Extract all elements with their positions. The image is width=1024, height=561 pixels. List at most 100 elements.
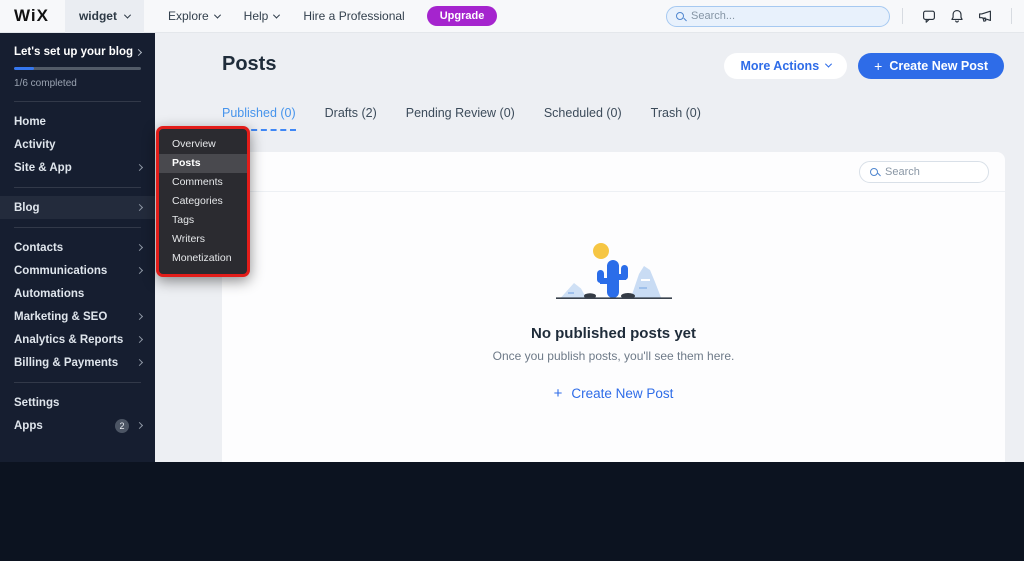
sidebar-item-communications[interactable]: Communications (0, 259, 155, 282)
apps-count-badge: 2 (115, 419, 129, 433)
announcements-megaphone-icon[interactable] (971, 8, 999, 24)
flyout-item-writers[interactable]: Writers (159, 230, 247, 249)
empty-state: No published posts yet Once you publish … (222, 240, 1005, 403)
sidebar-item-label: Home (14, 116, 46, 128)
chevron-down-icon (124, 11, 131, 18)
sidebar-item-label: Communications (14, 265, 107, 277)
sidebar-item-apps[interactable]: Apps 2 (0, 414, 155, 437)
flyout-item-tags[interactable]: Tags (159, 211, 247, 230)
setup-checklist[interactable]: Let's set up your blog 1/6 completed (0, 33, 155, 93)
chevron-right-icon (136, 313, 143, 320)
posts-search[interactable] (859, 161, 989, 183)
sidebar-item-label: Analytics & Reports (14, 334, 123, 346)
flyout-item-posts[interactable]: Posts (159, 154, 247, 173)
flyout-item-categories[interactable]: Categories (159, 192, 247, 211)
empty-create-new-post-link[interactable]: + Create New Post (554, 385, 674, 402)
chevron-right-icon (136, 267, 143, 274)
main-content: Posts More Actions + Create New Post Pub… (155, 33, 1024, 462)
sidebar-item-meta (137, 314, 142, 319)
explore-label: Explore (168, 9, 209, 23)
tab-scheduled-0[interactable]: Scheduled (0) (544, 106, 622, 131)
plus-icon: + (874, 58, 882, 74)
global-search-input[interactable] (691, 10, 880, 22)
setup-progress-fill (14, 67, 34, 70)
hire-a-professional-link[interactable]: Hire a Professional (303, 9, 404, 23)
sidebar-item-blog[interactable]: Blog (0, 196, 155, 219)
flyout-item-monetization[interactable]: Monetization (159, 249, 247, 268)
explore-menu[interactable]: Explore (168, 9, 220, 23)
sidebar-divider (14, 227, 141, 228)
sidebar-item-meta (137, 337, 142, 342)
sidebar-item-label: Activity (14, 139, 56, 151)
chevron-right-icon (136, 359, 143, 366)
divider (1011, 8, 1012, 24)
sidebar-item-label: Site & App (14, 162, 72, 174)
sidebar-item-marketing-seo[interactable]: Marketing & SEO (0, 305, 155, 328)
sidebar-item-contacts[interactable]: Contacts (0, 236, 155, 259)
desert-illustration (553, 240, 675, 309)
blog-flyout-menu: OverviewPostsCommentsCategoriesTagsWrite… (156, 126, 250, 277)
chevron-right-icon (136, 336, 143, 343)
sidebar-item-label: Billing & Payments (14, 357, 118, 369)
chevron-down-icon (825, 60, 832, 67)
chevron-right-icon (136, 422, 143, 429)
sidebar-item-analytics-reports[interactable]: Analytics & Reports (0, 328, 155, 351)
sidebar-item-label: Apps (14, 420, 43, 432)
create-new-post-label: Create New Post (889, 59, 988, 73)
tab-pending-review-0[interactable]: Pending Review (0) (406, 106, 515, 131)
sidebar-divider (14, 382, 141, 383)
site-selector-dropdown[interactable]: widget (65, 0, 144, 33)
flyout-item-overview[interactable]: Overview (159, 135, 247, 154)
posts-panel-toolbar (222, 152, 1005, 192)
help-label: Help (244, 9, 269, 23)
sidebar-item-site-app[interactable]: Site & App (0, 156, 155, 179)
notifications-bell-icon[interactable] (943, 8, 971, 24)
empty-cta-label: Create New Post (571, 386, 673, 401)
empty-state-subtitle: Once you publish posts, you'll see them … (222, 349, 1005, 363)
hire-label: Hire a Professional (303, 9, 404, 23)
empty-state-title: No published posts yet (222, 325, 1005, 342)
sidebar-item-meta (137, 205, 142, 210)
more-actions-button[interactable]: More Actions (724, 53, 847, 79)
tab-drafts-2[interactable]: Drafts (2) (325, 106, 377, 131)
sidebar-divider (14, 101, 141, 102)
create-new-post-button[interactable]: + Create New Post (858, 53, 1004, 79)
sidebar-item-meta (137, 165, 142, 170)
chevron-right-icon (136, 164, 143, 171)
divider (902, 8, 903, 24)
header-actions: More Actions + Create New Post (724, 53, 1004, 79)
sidebar-item-home[interactable]: Home (0, 110, 155, 133)
global-search[interactable] (666, 6, 890, 27)
posts-panel: No published posts yet Once you publish … (222, 152, 1005, 462)
sidebar-nav: Home Activity Site & App Blog Contacts Commun… (0, 110, 155, 437)
chevron-down-icon (273, 11, 280, 18)
search-icon (870, 168, 878, 176)
posts-search-input[interactable] (885, 166, 978, 178)
sidebar-divider (14, 187, 141, 188)
search-icon (676, 12, 684, 20)
sidebar-item-activity[interactable]: Activity (0, 133, 155, 156)
help-menu[interactable]: Help (244, 9, 280, 23)
chevron-right-icon (136, 244, 143, 251)
site-name: widget (79, 9, 117, 23)
chevron-down-icon (214, 11, 221, 18)
plus-icon: + (554, 385, 563, 402)
sidebar-item-meta: 2 (115, 419, 142, 433)
sidebar-item-label: Marketing & SEO (14, 311, 107, 323)
sidebar-item-meta (137, 268, 142, 273)
sidebar-item-label: Automations (14, 288, 84, 300)
sidebar-item-settings[interactable]: Settings (0, 391, 155, 414)
page-title: Posts (222, 53, 276, 76)
chevron-right-icon (135, 48, 142, 55)
sidebar-item-billing-payments[interactable]: Billing & Payments (0, 351, 155, 374)
tab-trash-0[interactable]: Trash (0) (651, 106, 701, 131)
chat-messages-icon[interactable] (915, 8, 943, 24)
sidebar-item-automations[interactable]: Automations (0, 282, 155, 305)
flyout-item-comments[interactable]: Comments (159, 173, 247, 192)
setup-progress-bar (14, 67, 141, 70)
setup-title: Let's set up your blog (14, 46, 133, 58)
sidebar-item-meta (137, 245, 142, 250)
wix-logo[interactable]: WiX (14, 6, 49, 26)
upgrade-button[interactable]: Upgrade (427, 6, 498, 26)
chevron-right-icon (136, 204, 143, 211)
